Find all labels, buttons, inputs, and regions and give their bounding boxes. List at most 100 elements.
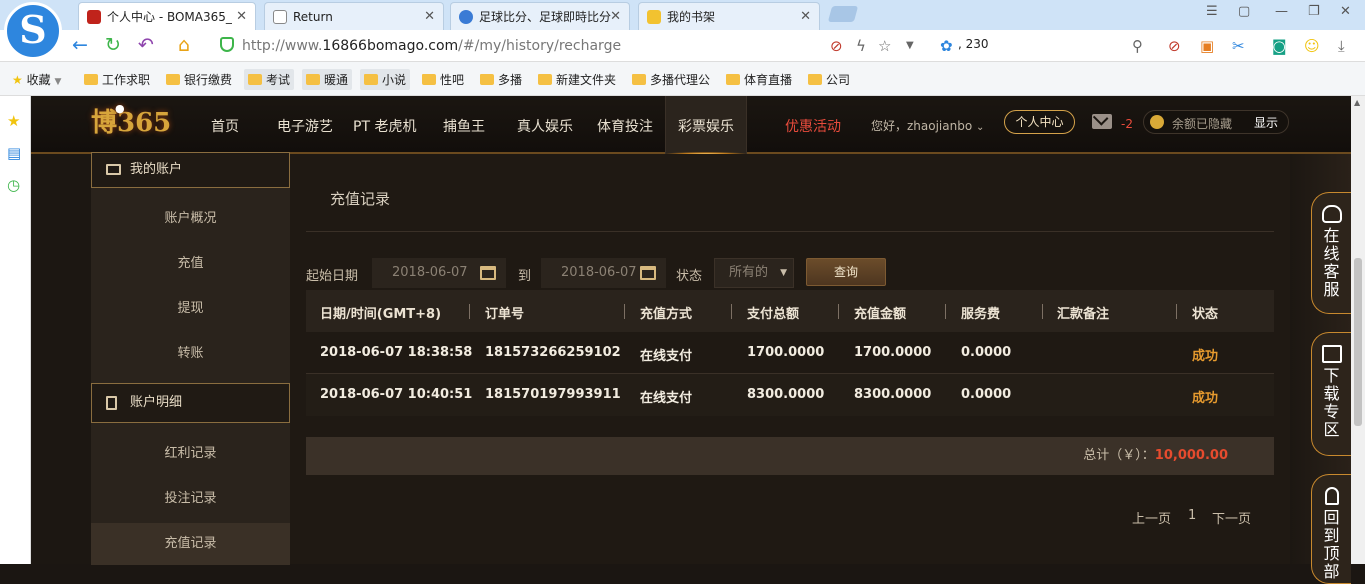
adblock-icon[interactable]: ⊘ [830,37,843,55]
sidebar-item-transfer[interactable]: 转账 [91,333,290,375]
online-service-button[interactable]: 在线客服 [1311,192,1351,314]
bookmark-folder[interactable]: 新建文件夹 [538,71,616,88]
sidebar-item-bonus-records[interactable]: 红利记录 [91,433,290,475]
extension-icon[interactable]: ▣ [1200,37,1214,55]
scissors-icon[interactable]: ✂ [1232,37,1245,55]
col-separator [731,304,732,319]
sidebar-group-my-account[interactable]: 我的账户 [91,152,290,188]
bookmark-folder[interactable]: 银行缴费 [166,71,232,88]
star-icon[interactable]: ☆ [878,37,891,55]
scrollbar-thumb[interactable] [1354,258,1362,426]
translate-icon[interactable]: ◙ [1272,37,1287,55]
bookmark-folder[interactable]: 多播 [480,71,522,88]
close-tab-icon[interactable]: ✕ [800,3,811,30]
dropdown-icon: ▼ [54,77,62,87]
sidebar-item-deposit-records[interactable]: 充值记录 [91,523,290,565]
bookmark-folder[interactable]: 体育直播 [726,71,792,88]
tab-return[interactable]: Return ✕ [264,2,444,30]
calendar-icon[interactable] [640,266,656,280]
block-icon[interactable]: ⊘ [1168,37,1181,55]
home-icon[interactable]: ⌂ [178,34,190,56]
monitor-icon [1321,345,1342,363]
cell-order-no: 181573266259102 [485,345,621,360]
menu-icon[interactable]: ☰ [1206,4,1218,19]
start-date-input[interactable]: 2018-06-07 [372,258,506,288]
personal-center-button[interactable]: 个人中心 [1004,110,1075,134]
dropdown-icon[interactable]: ▼ [906,40,914,51]
close-tab-icon[interactable]: ✕ [610,3,621,30]
next-page-link[interactable]: 下一页 [1212,508,1251,527]
download-zone-button[interactable]: 下载专区 [1311,332,1351,456]
emoji-icon[interactable]: ☺ [1304,37,1320,55]
sidebar-item-withdraw[interactable]: 提现 [91,288,290,330]
back-arrow-icon[interactable]: ← [72,34,88,56]
bookmark-folder[interactable]: 多播代理公 [632,71,710,88]
site-top-nav: ● 博365 首页 电子游艺 PT 老虎机 捕鱼王 真人娱乐 体育投注 彩票娱乐 … [31,96,1351,156]
close-tab-icon[interactable]: ✕ [424,3,435,30]
nav-pt-slots[interactable]: PT 老虎机 [353,116,416,136]
favorites-star-icon[interactable]: ★ [7,112,20,130]
bookmark-folder[interactable]: 小说 [360,69,411,90]
reader-icon[interactable]: ▤ [7,144,21,162]
minimize-icon[interactable]: — [1275,4,1288,19]
sidebar-item-bet-records[interactable]: 投注记录 [91,478,290,520]
nav-home[interactable]: 首页 [211,116,239,136]
bookmark-folder[interactable]: 性吧 [422,71,464,88]
greeting-text: 您好，zhaojianbo [871,119,973,133]
undo-close-icon[interactable]: ↶ [138,34,154,56]
site-logo[interactable]: ● 博365 [91,100,187,150]
bookmark-favorites[interactable]: ★ 收藏 ▼ [12,71,61,88]
group-label: 我的账户 [130,162,183,177]
bookmark-folder[interactable]: 公司 [808,71,850,88]
prev-page-link[interactable]: 上一页 [1132,508,1171,527]
sidebar-item-overview[interactable]: 账户概况 [91,198,290,240]
folder-icon [364,74,378,85]
sogou-browser-logo-icon[interactable]: S [4,2,62,60]
status-select[interactable]: 所有的 ▼ [714,258,794,288]
history-clock-icon[interactable]: ◷ [7,176,20,194]
close-window-icon[interactable]: ✕ [1340,4,1351,19]
tab-football-scores[interactable]: 足球比分、足球即時比分 ✕ [450,2,630,30]
nav-egames[interactable]: 电子游艺 [277,116,333,136]
show-balance-button[interactable]: 显示 [1254,114,1278,131]
folder-icon [422,74,436,85]
end-date-input[interactable]: 2018-06-07 [541,258,666,288]
tab-bookshelf[interactable]: 我的书架 ✕ [638,2,820,30]
restore-icon[interactable]: ❐ [1308,4,1320,19]
calendar-icon[interactable] [480,266,496,280]
close-tab-icon[interactable]: ✕ [236,3,247,30]
col-separator [945,304,946,319]
nav-sports[interactable]: 体育投注 [597,116,653,136]
tab-personal-center[interactable]: 个人中心 - BOMA365_ ✕ [78,2,256,30]
page-scrollbar[interactable]: ▲ [1351,96,1365,564]
cell-total-paid: 8300.0000 [747,387,825,402]
url-input[interactable]: http://www.16866bomago.com/#/my/history/… [216,34,936,58]
refresh-icon[interactable]: ↻ [105,34,121,56]
headset-icon [1321,205,1342,223]
col-datetime: 日期/时间(GMT+8) [320,307,442,322]
lightning-icon[interactable]: ϟ [856,37,866,55]
query-button[interactable]: 查询 [806,258,886,286]
scroll-up-icon[interactable]: ▲ [1354,98,1360,107]
user-greeting[interactable]: 您好，zhaojianbo ⌄ [871,117,984,134]
nav-live-casino[interactable]: 真人娱乐 [517,116,573,136]
nav-fishing[interactable]: 捕鱼王 [443,116,485,136]
star-icon: ★ [12,73,23,87]
sidebar-group-account-details[interactable]: 账户明细 [91,383,290,423]
new-tab-button[interactable] [827,6,859,22]
nav-promotions[interactable]: 优惠活动 [785,116,841,136]
back-to-top-button[interactable]: 回到顶部 [1311,474,1351,584]
url-path: /#/my/history/recharge [458,38,622,54]
mail-icon[interactable] [1092,114,1112,129]
current-page[interactable]: 1 [1188,508,1196,523]
bookmark-folder[interactable]: 考试 [244,69,295,90]
col-total-paid: 支付总额 [747,307,800,322]
filter-bar: 起始日期 2018-06-07 到 2018-06-07 状态 所有的 ▼ 查询 [306,258,1274,288]
bookmark-folder[interactable]: 暖通 [302,69,353,90]
download-icon[interactable]: ⤓ [1338,37,1345,55]
nav-lottery[interactable]: 彩票娱乐 [665,96,747,156]
skin-icon[interactable]: ▢ [1238,4,1250,19]
sidebar-item-deposit[interactable]: 充值 [91,243,290,285]
bookmark-label: 多播 [498,73,523,87]
search-icon[interactable]: ⚲ [1132,37,1143,55]
